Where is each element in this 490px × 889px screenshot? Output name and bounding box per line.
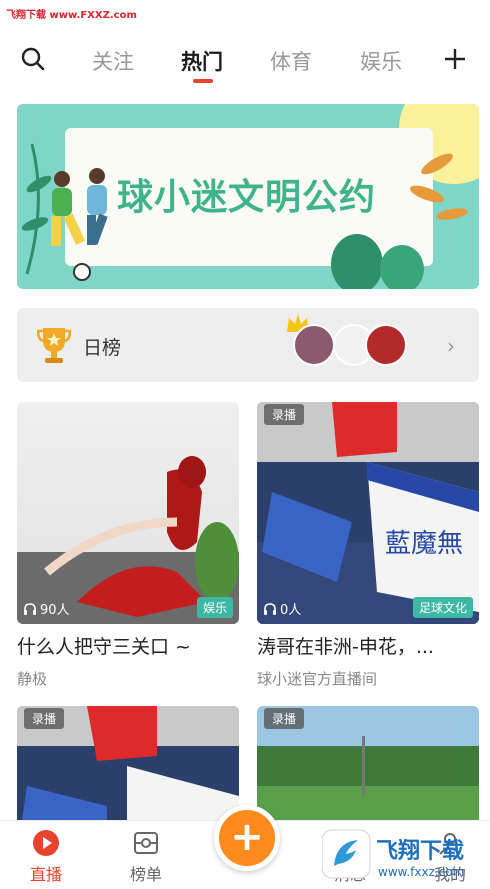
banner[interactable]: 球小迷文明公约	[17, 104, 479, 289]
nav-live[interactable]: 直播	[16, 829, 76, 885]
svg-text:藍魔無: 藍魔無	[385, 529, 463, 559]
viewer-count: 0人	[263, 599, 301, 618]
nav-label: 榜单	[129, 865, 162, 884]
tab-sports[interactable]: 体育	[270, 46, 312, 76]
tab-hot[interactable]: 热门	[181, 46, 223, 76]
watermark-text: 飞翔下载 www.FXXZ.com	[6, 10, 137, 21]
category-tag: 娱乐	[196, 597, 233, 618]
logo-url: www.fxxz.com	[378, 865, 464, 879]
viewer-count-text: 90人	[40, 603, 70, 618]
ranking-icon	[134, 832, 158, 854]
start-live-button[interactable]: +	[214, 805, 280, 871]
logo-name: 飞翔下载	[376, 838, 464, 864]
card-thumbnail[interactable]: 录播	[17, 706, 239, 820]
add-channel-icon[interactable]	[441, 45, 469, 73]
card-title: 什么人把守三关口 ~	[17, 636, 191, 658]
recorded-badge: 录播	[264, 404, 305, 425]
plus-icon: +	[230, 814, 264, 861]
card-thumbnail[interactable]: 录播	[257, 706, 479, 820]
chevron-right-icon[interactable]: ›	[447, 334, 455, 358]
viewer-count: 90人	[23, 599, 70, 618]
top-nav: 关注 热门 体育 娱乐	[0, 38, 490, 83]
nav-ranking[interactable]: 榜单	[116, 829, 176, 885]
headphones-icon	[24, 602, 36, 615]
headphones-icon	[264, 602, 276, 615]
autumn-leaves-icon	[409, 153, 468, 220]
live-card[interactable]: 录播	[17, 706, 239, 820]
card-thumbnail[interactable]: 藍魔無 录播 0人 足球文化	[257, 402, 479, 624]
live-card[interactable]: 藍魔無 录播 0人 足球文化 涛哥在非洲-申花，... 球小迷官方直播间	[257, 402, 479, 689]
thumbnail-image	[17, 456, 239, 624]
fxxz-logo-watermark: 飞翔下载 www.fxxz.com	[321, 828, 482, 884]
trophy-icon	[37, 328, 71, 363]
tab-follow[interactable]: 关注	[92, 46, 134, 76]
banner-title: 球小迷文明公约	[117, 176, 377, 218]
card-author: 球小迷官方直播间	[257, 670, 378, 688]
viewer-count-text: 0人	[280, 603, 302, 618]
live-card[interactable]: 录播	[257, 706, 479, 820]
recorded-badge: 录播	[24, 708, 65, 729]
recorded-badge: 录播	[264, 708, 305, 729]
avatar[interactable]	[365, 324, 407, 366]
tab-entertainment[interactable]: 娱乐	[360, 46, 402, 76]
card-title: 涛哥在非洲-申花，...	[257, 636, 434, 658]
avatar[interactable]	[293, 324, 335, 366]
live-play-icon	[33, 830, 59, 856]
category-tag: 足球文化	[412, 597, 473, 618]
nav-label: 直播	[29, 865, 62, 884]
fxxz-logo-icon: 飞翔下载 www.fxxz.com	[321, 829, 464, 879]
daily-rank-label: 日榜	[83, 337, 122, 359]
active-tab-indicator	[193, 79, 213, 83]
search-icon[interactable]	[20, 46, 46, 72]
card-author: 静极	[17, 670, 48, 688]
daily-rank-bar[interactable]: 日榜 ›	[17, 308, 479, 382]
live-card[interactable]: 90人 娱乐 什么人把守三关口 ~ 静极	[17, 402, 239, 689]
card-thumbnail[interactable]: 90人 娱乐	[17, 402, 239, 624]
thumbnail-image: 藍魔無	[257, 402, 479, 624]
